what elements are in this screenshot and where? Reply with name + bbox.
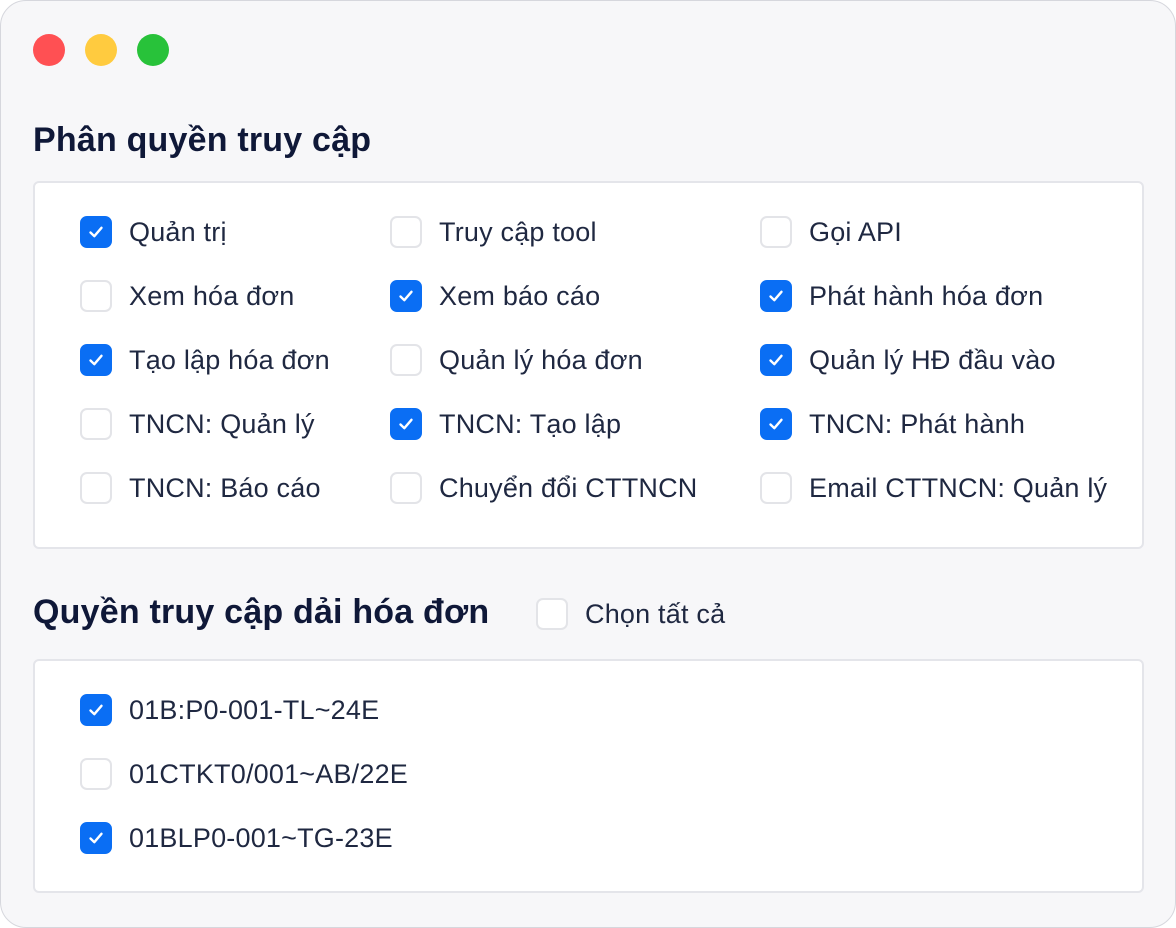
- checkbox-box[interactable]: [536, 598, 568, 630]
- checkbox-quan-ly-hd-dau-vao[interactable]: Quản lý HĐ đầu vào: [760, 344, 1056, 376]
- checkbox-box[interactable]: [390, 216, 422, 248]
- checkbox-label: Quản trị: [129, 216, 227, 247]
- checkbox-label: Tạo lập hóa đơn: [129, 344, 330, 375]
- checkbox-box[interactable]: [760, 216, 792, 248]
- checkbox-box[interactable]: [80, 344, 112, 376]
- checkbox-box[interactable]: [760, 472, 792, 504]
- checkbox-label: Chuyển đổi CTTNCN: [439, 472, 698, 503]
- checkmark-icon: [89, 226, 103, 238]
- maximize-window-button[interactable]: [137, 34, 169, 66]
- checkbox-tncn-bao-cao[interactable]: TNCN: Báo cáo: [80, 472, 321, 504]
- checkbox-label: TNCN: Tạo lập: [439, 408, 622, 439]
- select-all-checkbox[interactable]: Chọn tất cả: [536, 598, 725, 630]
- checkmark-icon: [89, 704, 103, 716]
- checkbox-01ctkt0-001-ab-22e[interactable]: 01CTKT0/001~AB/22E: [80, 758, 408, 790]
- checkmark-icon: [399, 418, 413, 430]
- checkbox-phat-hanh-hoa-don[interactable]: Phát hành hóa đơn: [760, 280, 1043, 312]
- checkbox-label: Phát hành hóa đơn: [809, 280, 1044, 311]
- checkbox-xem-hoa-don[interactable]: Xem hóa đơn: [80, 280, 295, 312]
- checkbox-box[interactable]: [80, 472, 112, 504]
- minimize-window-button[interactable]: [85, 34, 117, 66]
- select-all-label: Chọn tất cả: [585, 598, 726, 629]
- checkbox-quan-tri[interactable]: Quản trị: [80, 216, 227, 248]
- app-window: Phân quyền truy cập Quản trị Truy cập too…: [0, 0, 1176, 928]
- checkbox-label: 01B:P0-001-TL~24E: [129, 694, 380, 725]
- checkbox-email-cttncn-quan-ly[interactable]: Email CTTNCN: Quản lý: [760, 472, 1107, 504]
- checkbox-chuyen-doi-cttncn[interactable]: Chuyển đổi CTTNCN: [390, 472, 697, 504]
- checkbox-box[interactable]: [80, 822, 112, 854]
- window-controls: [33, 34, 169, 66]
- close-window-button[interactable]: [33, 34, 65, 66]
- checkbox-label: Xem hóa đơn: [129, 280, 295, 311]
- checkbox-label: Quản lý HĐ đầu vào: [809, 344, 1056, 375]
- checkbox-box[interactable]: [80, 758, 112, 790]
- checkbox-label: Truy cập tool: [439, 216, 597, 247]
- checkbox-label: Xem báo cáo: [439, 280, 601, 311]
- checkmark-icon: [769, 290, 783, 302]
- checkmark-icon: [769, 418, 783, 430]
- checkbox-tncn-quan-ly[interactable]: TNCN: Quản lý: [80, 408, 315, 440]
- checkbox-label: Email CTTNCN: Quản lý: [809, 472, 1108, 503]
- checkbox-box[interactable]: [80, 408, 112, 440]
- checkbox-truy-cap-tool[interactable]: Truy cập tool: [390, 216, 597, 248]
- checkbox-label: 01CTKT0/001~AB/22E: [129, 758, 409, 789]
- checkbox-label: 01BLP0-001~TG-23E: [129, 822, 393, 853]
- ranges-section-title: Quyền truy cập dải hóa đơn: [33, 593, 490, 631]
- checkbox-box[interactable]: [390, 280, 422, 312]
- checkbox-tncn-tao-lap[interactable]: TNCN: Tạo lập: [390, 408, 621, 440]
- checkbox-label: TNCN: Quản lý: [129, 408, 315, 439]
- checkbox-box[interactable]: [760, 408, 792, 440]
- checkbox-tao-lap-hoa-don[interactable]: Tạo lập hóa đơn: [80, 344, 330, 376]
- checkbox-label: TNCN: Báo cáo: [129, 472, 321, 503]
- checkbox-box[interactable]: [80, 694, 112, 726]
- checkbox-01blp0-001-tg-23e[interactable]: 01BLP0-001~TG-23E: [80, 822, 393, 854]
- checkbox-quan-ly-hoa-don[interactable]: Quản lý hóa đơn: [390, 344, 643, 376]
- checkbox-goi-api[interactable]: Gọi API: [760, 216, 902, 248]
- access-panel: Quản trị Truy cập tool Gọi API Xem hóa đơn X…: [33, 181, 1144, 549]
- checkbox-xem-bao-cao[interactable]: Xem báo cáo: [390, 280, 600, 312]
- checkbox-box[interactable]: [80, 216, 112, 248]
- checkbox-box[interactable]: [80, 280, 112, 312]
- checkbox-tncn-phat-hanh[interactable]: TNCN: Phát hành: [760, 408, 1025, 440]
- checkbox-label: Quản lý hóa đơn: [439, 344, 643, 375]
- checkmark-icon: [89, 354, 103, 366]
- checkbox-01b-p0-001-tl-24e[interactable]: 01B:P0-001-TL~24E: [80, 694, 379, 726]
- checkbox-box[interactable]: [390, 472, 422, 504]
- checkbox-box[interactable]: [760, 344, 792, 376]
- checkbox-box[interactable]: [390, 408, 422, 440]
- ranges-panel: 01B:P0-001-TL~24E 01CTKT0/001~AB/22E 01BLP…: [33, 659, 1144, 893]
- access-section-title: Phân quyền truy cập: [33, 121, 372, 159]
- checkbox-label: Gọi API: [809, 216, 902, 247]
- checkbox-box[interactable]: [390, 344, 422, 376]
- checkbox-box[interactable]: [760, 280, 792, 312]
- checkmark-icon: [399, 290, 413, 302]
- checkmark-icon: [89, 832, 103, 844]
- checkmark-icon: [769, 354, 783, 366]
- checkbox-label: TNCN: Phát hành: [809, 408, 1026, 439]
